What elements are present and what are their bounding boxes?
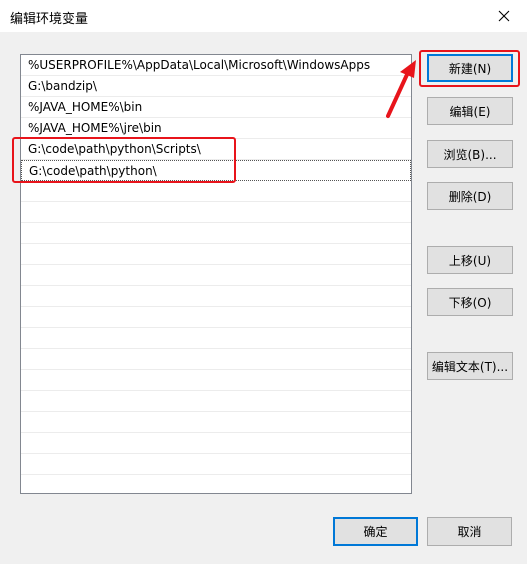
close-button[interactable] (481, 0, 527, 32)
empty-row[interactable] (21, 433, 411, 454)
empty-row[interactable] (21, 349, 411, 370)
empty-row[interactable] (21, 181, 411, 202)
empty-row[interactable] (21, 265, 411, 286)
close-icon (498, 10, 510, 22)
list-item[interactable]: %USERPROFILE%\AppData\Local\Microsoft\Wi… (21, 55, 411, 76)
edit-button[interactable]: 编辑(E) (427, 97, 513, 125)
empty-row[interactable] (21, 454, 411, 475)
edit-env-variable-dialog: 编辑环境变量 %USERPROFILE%\AppData\Local\Micro… (0, 0, 527, 564)
empty-row[interactable] (21, 244, 411, 265)
empty-row[interactable] (21, 307, 411, 328)
edit-text-button[interactable]: 编辑文本(T)... (427, 352, 513, 380)
empty-row[interactable] (21, 412, 411, 433)
move-down-button[interactable]: 下移(O) (427, 288, 513, 316)
list-item[interactable]: %JAVA_HOME%\bin (21, 97, 411, 118)
list-item[interactable]: %JAVA_HOME%\jre\bin (21, 118, 411, 139)
empty-row[interactable] (21, 202, 411, 223)
empty-row[interactable] (21, 328, 411, 349)
python-paths-highlight (12, 137, 236, 183)
red-arrow-icon (386, 60, 416, 118)
window-title: 编辑环境变量 (10, 12, 89, 27)
cancel-button[interactable]: 取消 (427, 517, 512, 546)
ok-button[interactable]: 确定 (333, 517, 418, 546)
title-bar: 编辑环境变量 (0, 0, 527, 32)
path-list[interactable]: %USERPROFILE%\AppData\Local\Microsoft\Wi… (20, 54, 412, 494)
empty-row[interactable] (21, 370, 411, 391)
empty-row[interactable] (21, 286, 411, 307)
empty-row[interactable] (21, 223, 411, 244)
list-item[interactable]: G:\bandzip\ (21, 76, 411, 97)
empty-row[interactable] (21, 391, 411, 412)
browse-button[interactable]: 浏览(B)... (427, 140, 513, 168)
new-button-highlight (419, 50, 520, 87)
move-up-button[interactable]: 上移(U) (427, 246, 513, 274)
empty-row[interactable] (21, 475, 411, 493)
delete-button[interactable]: 删除(D) (427, 182, 513, 210)
